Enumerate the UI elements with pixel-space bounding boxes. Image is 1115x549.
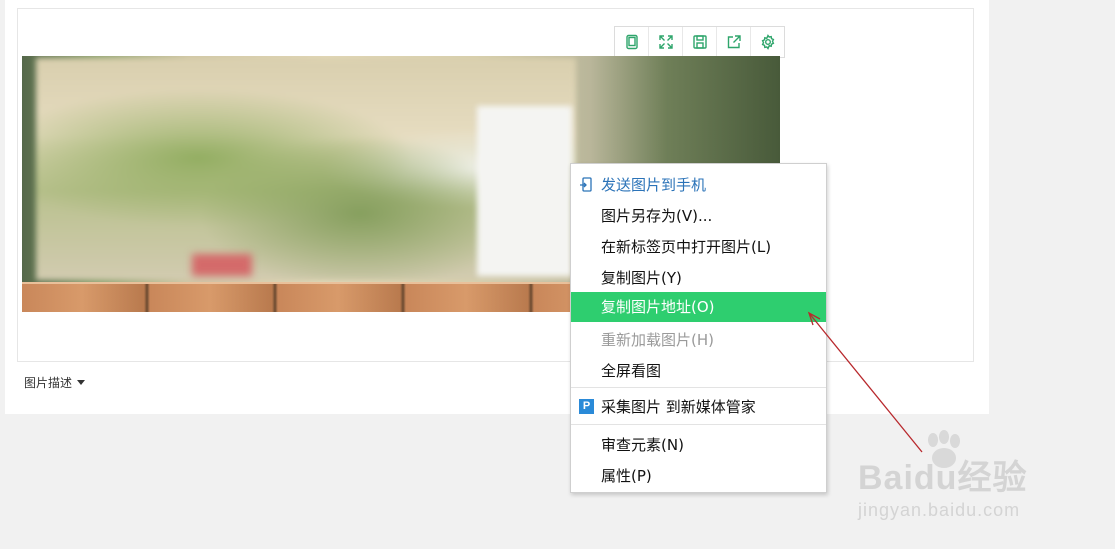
caption-label: 图片描述 xyxy=(24,376,73,390)
send-to-phone-icon xyxy=(580,177,592,192)
baidu-watermark: Baidu经验 jingyan.baidu.com xyxy=(858,430,1098,533)
fullscreen-icon[interactable] xyxy=(649,27,683,57)
menu-item-send-to-phone[interactable]: 发送图片到手机 xyxy=(571,170,826,200)
image-caption-toggle[interactable]: 图片描述 xyxy=(24,374,86,391)
gear-icon[interactable] xyxy=(751,27,784,57)
caret-down-icon xyxy=(77,380,86,385)
menu-item-inspect-element[interactable]: 审查元素(N) xyxy=(571,430,826,460)
watermark-url: jingyan.baidu.com xyxy=(858,500,1021,520)
watermark-logo: Baidu经验 xyxy=(858,459,1028,497)
menu-item-properties[interactable]: 属性(P) xyxy=(571,461,826,491)
context-menu: 发送图片到手机 图片另存为(V)... 在新标签页中打开图片(L) 复制图片(Y… xyxy=(570,163,827,493)
menu-item-save-image-as[interactable]: 图片另存为(V)... xyxy=(571,201,826,231)
image-toolbar xyxy=(614,26,785,58)
menu-item-collect-image[interactable]: P 采集图片 到新媒体管家 xyxy=(571,392,826,422)
menu-item-fullscreen-view[interactable]: 全屏看图 xyxy=(571,356,826,386)
blurred-label xyxy=(192,254,252,276)
menu-item-open-in-new-tab[interactable]: 在新标签页中打开图片(L) xyxy=(571,232,826,262)
menu-separator xyxy=(571,387,826,388)
menu-item-reload-image[interactable]: 重新加载图片(H) xyxy=(571,325,826,355)
share-icon[interactable] xyxy=(717,27,751,57)
menu-item-copy-image[interactable]: 复制图片(Y) xyxy=(571,263,826,293)
save-icon[interactable] xyxy=(683,27,717,57)
blurred-bottle xyxy=(477,106,572,276)
phone-icon[interactable] xyxy=(615,27,649,57)
menu-item-copy-image-address[interactable]: 复制图片地址(O) xyxy=(571,292,826,322)
p-icon: P xyxy=(579,399,594,414)
menu-separator xyxy=(571,424,826,425)
